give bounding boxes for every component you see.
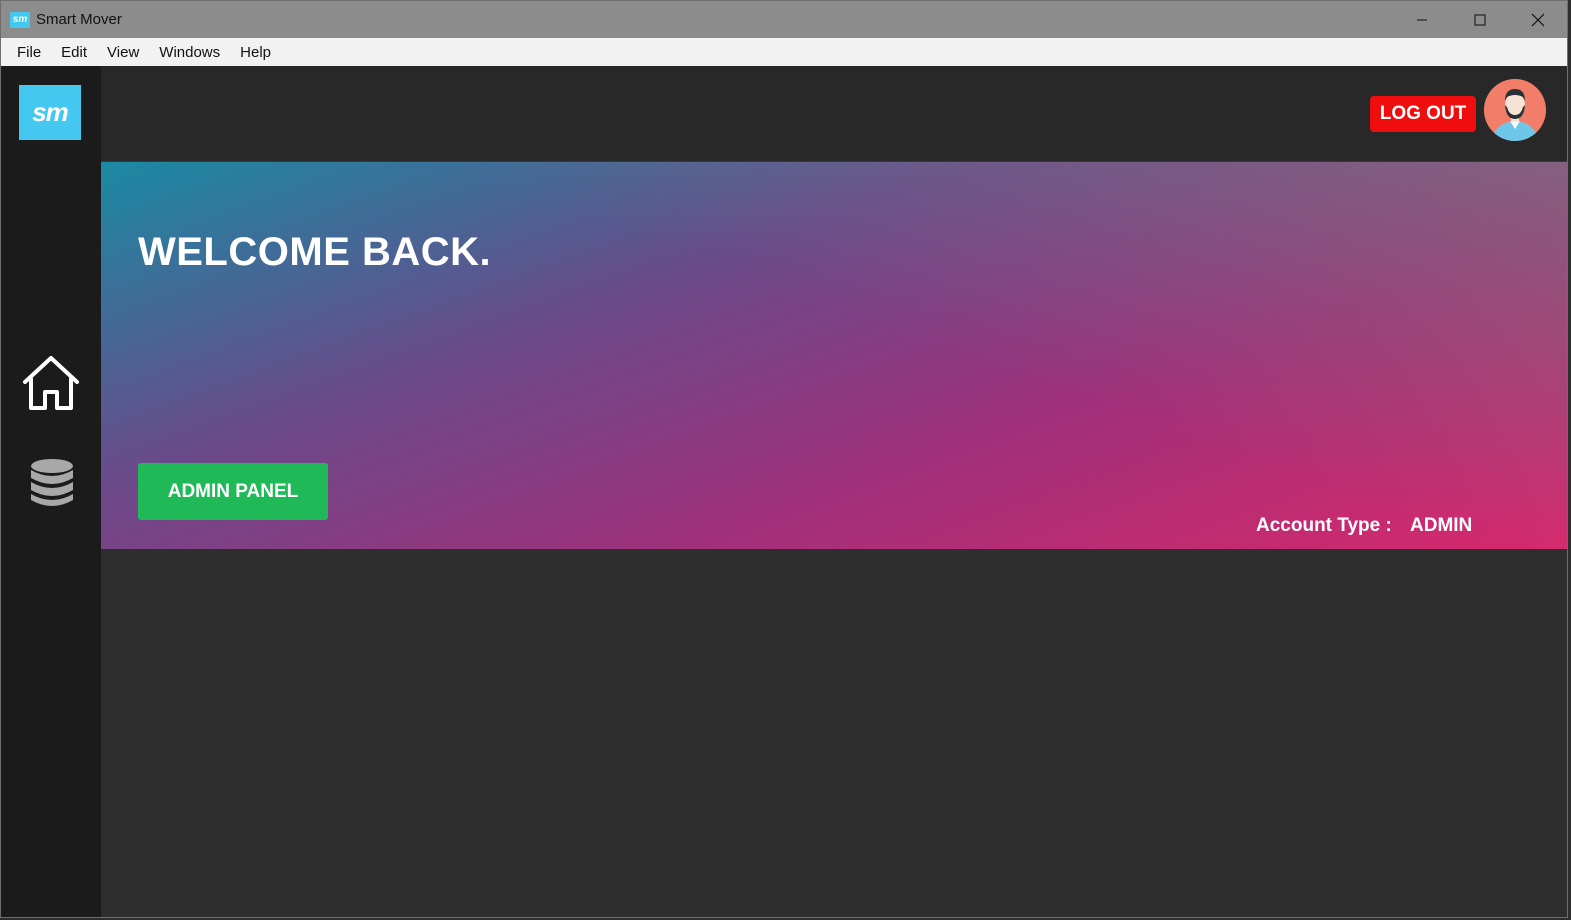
user-avatar-icon	[1484, 79, 1546, 141]
app-logo[interactable]: sm	[19, 85, 81, 140]
menu-windows[interactable]: Windows	[149, 44, 230, 61]
minimize-icon	[1417, 19, 1427, 20]
nav-database-button[interactable]	[28, 458, 76, 508]
avatar[interactable]	[1484, 79, 1546, 141]
welcome-banner: WELCOME BACK. ADMIN PANEL Account Type :…	[101, 161, 1567, 549]
title-bar[interactable]: sm Smart Mover	[1, 1, 1567, 38]
top-header: LOG OUT	[101, 66, 1567, 161]
window-title: Smart Mover	[36, 11, 122, 28]
menu-edit[interactable]: Edit	[51, 44, 97, 61]
nav-home-button[interactable]	[21, 354, 81, 412]
logout-button[interactable]: LOG OUT	[1370, 96, 1476, 132]
close-button[interactable]	[1509, 1, 1567, 38]
sidebar: sm	[1, 66, 101, 917]
maximize-button[interactable]	[1451, 1, 1509, 38]
window-controls	[1393, 1, 1567, 38]
account-type-value: ADMIN	[1410, 515, 1473, 536]
main-content	[101, 549, 1567, 917]
database-icon	[31, 459, 73, 506]
app-window: sm Smart Mover File Edit View Windows He…	[0, 0, 1568, 918]
menu-file[interactable]: File	[7, 44, 51, 61]
menu-help[interactable]: Help	[230, 44, 281, 61]
home-icon	[23, 356, 79, 410]
app-icon: sm	[10, 11, 30, 28]
minimize-button[interactable]	[1393, 1, 1451, 38]
welcome-heading: WELCOME BACK.	[138, 230, 492, 274]
menu-view[interactable]: View	[97, 44, 149, 61]
account-type-label: Account Type :	[1256, 515, 1392, 536]
admin-panel-button[interactable]: ADMIN PANEL	[138, 463, 328, 520]
close-icon	[1531, 13, 1545, 26]
menu-bar: File Edit View Windows Help	[1, 38, 1567, 66]
maximize-icon	[1474, 14, 1486, 25]
